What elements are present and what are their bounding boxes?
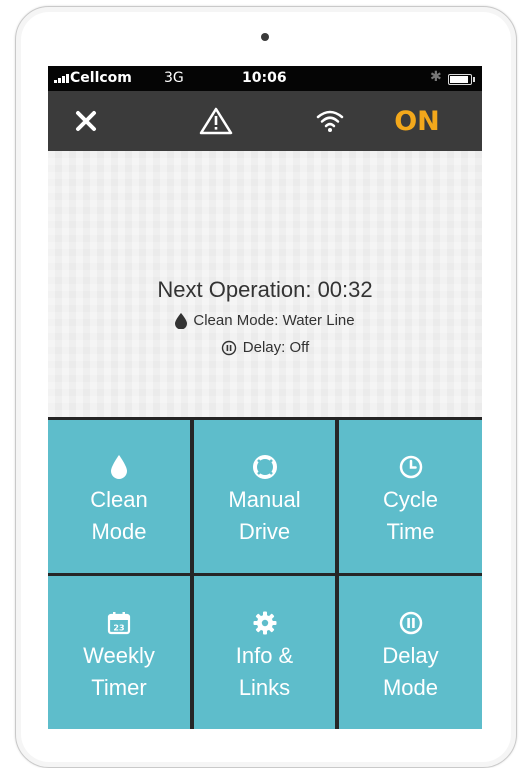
camera-icon: [261, 33, 269, 41]
svg-text:23: 23: [113, 624, 124, 633]
pause-icon: [221, 340, 236, 355]
clean-mode-text: Clean Mode: Water Line: [193, 312, 355, 329]
menu-grid: Clean Mode Manual Drive Cycle Time 23 We…: [48, 417, 482, 729]
status-panel: Next Operation: 00:32 Clean Mode: Water …: [48, 151, 482, 417]
bluetooth-icon: ✱: [430, 69, 442, 85]
status-bar: Cellcom 3G 10:06 ✱: [48, 66, 482, 91]
droplet-icon: [111, 455, 127, 479]
clean-mode-status: Clean Mode: Water Line: [48, 312, 482, 329]
gear-icon: [253, 611, 276, 635]
lifebuoy-icon: [252, 455, 277, 479]
app-screen: Cellcom 3G 10:06 ✱ ON Next Operation: 00…: [48, 66, 482, 729]
info-links-tile[interactable]: Info & Links: [194, 576, 335, 729]
manual-drive-tile[interactable]: Manual Drive: [194, 420, 335, 573]
wifi-button[interactable]: [310, 91, 350, 151]
close-icon: [76, 111, 96, 131]
wifi-icon: [316, 110, 344, 132]
close-button[interactable]: [66, 91, 106, 151]
tile-label: Manual Drive: [228, 487, 301, 544]
pause-icon: [399, 611, 422, 635]
power-toggle[interactable]: ON: [382, 91, 452, 151]
next-operation-text: Next Operation: 00:32: [157, 277, 373, 302]
clock-icon: [399, 455, 422, 479]
battery-level: [450, 76, 468, 83]
delay-text: Delay: Off: [242, 339, 310, 356]
droplet-icon: [175, 312, 188, 329]
tile-label: Clean Mode: [90, 487, 148, 544]
clean-mode-tile[interactable]: Clean Mode: [48, 420, 190, 573]
delay-status: Delay: Off: [48, 339, 482, 356]
network-type: 3G: [164, 70, 184, 86]
cycle-time-tile[interactable]: Cycle Time: [339, 420, 482, 573]
tile-label: Info & Links: [235, 643, 294, 700]
weekly-timer-tile[interactable]: 23 Weekly Timer: [48, 576, 190, 729]
calendar-icon: 23: [107, 612, 131, 635]
battery-icon: [448, 74, 475, 85]
status-time: 10:06: [242, 70, 287, 86]
warning-icon: [199, 107, 233, 135]
delay-mode-tile[interactable]: Delay Mode: [339, 576, 482, 729]
app-toolbar: ON: [48, 91, 482, 151]
signal-strength-icon: [54, 74, 69, 83]
warning-button[interactable]: [194, 91, 238, 151]
tile-label: Weekly Timer: [83, 643, 155, 700]
carrier-name: Cellcom: [70, 70, 132, 86]
tile-label: Cycle Time: [382, 487, 438, 544]
tile-label: Delay Mode: [382, 643, 439, 700]
